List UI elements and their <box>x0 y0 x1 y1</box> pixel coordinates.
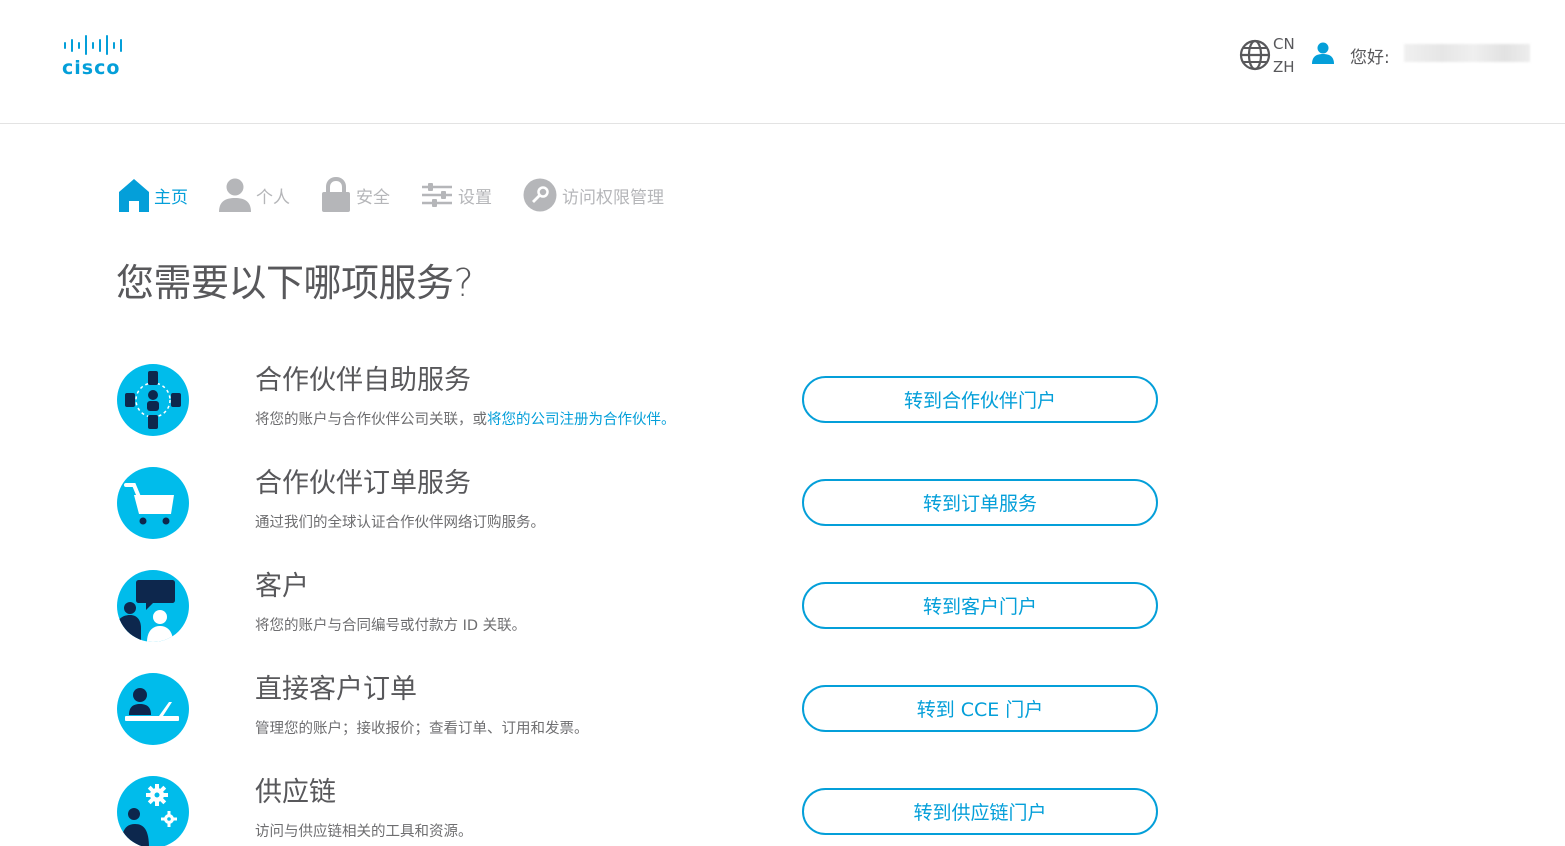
service-row-customer: 客户 将您的账户与合同编号或付款方 ID 关联。 转到客户门户 <box>0 570 1565 673</box>
go-order-services-button[interactable]: 转到订单服务 <box>802 479 1158 526</box>
tab-profile[interactable]: 个人 <box>218 177 290 213</box>
go-cce-portal-button[interactable]: 转到 CCE 门户 <box>802 685 1158 732</box>
tab-settings[interactable]: 设置 <box>420 180 492 210</box>
customer-chat-icon <box>117 570 189 642</box>
user-account-icon[interactable] <box>1311 41 1335 65</box>
service-description: 管理您的账户；接收报价；查看订单、订用和发票。 <box>255 721 589 737</box>
service-row-supply-chain: 供应链 访问与供应链相关的工具和资源。 转到供应链门户 <box>0 776 1565 846</box>
go-partner-portal-button[interactable]: 转到合作伙伴门户 <box>802 376 1158 423</box>
tab-profile-label: 个人 <box>256 187 290 208</box>
laptop-user-icon <box>117 673 189 745</box>
sliders-icon <box>420 180 454 210</box>
home-icon <box>118 177 150 213</box>
tab-security-label: 安全 <box>356 187 390 208</box>
service-row-partner-self-service: 合作伙伴自助服务 将您的账户与合作伙伴公司关联，或将您的公司注册为合作伙伴。 转… <box>0 364 1565 467</box>
page-title: 您需要以下哪项服务? <box>116 261 474 305</box>
tab-settings-label: 设置 <box>458 187 492 208</box>
lock-icon <box>320 177 352 213</box>
tab-access-label: 访问权限管理 <box>562 187 664 208</box>
service-title: 客户 <box>255 571 309 602</box>
shopping-cart-icon <box>117 467 189 539</box>
person-icon <box>218 177 252 213</box>
account-nav: 主页 个人 安全 设置 访问权限管理 <box>118 173 694 217</box>
key-icon <box>522 177 558 213</box>
gears-user-icon <box>117 776 189 846</box>
service-row-partner-orders: 合作伙伴订单服务 通过我们的全球认证合作伙伴网络订购服务。 转到订单服务 <box>0 467 1565 570</box>
language-selector[interactable]: CN ZH <box>1239 33 1303 79</box>
tab-home[interactable]: 主页 <box>118 177 188 213</box>
service-description: 将您的账户与合同编号或付款方 ID 关联。 <box>255 618 527 634</box>
service-description-text: 将您的账户与合作伙伴公司关联，或 <box>255 412 487 428</box>
blurred-username <box>1404 44 1530 62</box>
tab-access-management[interactable]: 访问权限管理 <box>522 177 664 213</box>
service-row-direct-customer-orders: 直接客户订单 管理您的账户；接收报价；查看订单、订用和发票。 转到 CCE 门户 <box>0 673 1565 776</box>
service-title: 合作伙伴订单服务 <box>255 468 471 499</box>
partner-network-icon <box>117 364 189 436</box>
service-description: 通过我们的全球认证合作伙伴网络订购服务。 <box>255 515 545 531</box>
service-title: 直接客户订单 <box>255 674 417 705</box>
globe-icon <box>1239 39 1271 71</box>
cisco-logo-bars <box>64 34 138 56</box>
go-customer-portal-button[interactable]: 转到客户门户 <box>802 582 1158 629</box>
service-title: 供应链 <box>255 777 336 808</box>
go-supply-chain-portal-button[interactable]: 转到供应链门户 <box>802 788 1158 835</box>
service-description: 访问与供应链相关的工具和资源。 <box>255 824 473 840</box>
register-partner-link[interactable]: 将您的公司注册为合作伙伴。 <box>487 412 676 428</box>
service-description: 将您的账户与合作伙伴公司关联，或将您的公司注册为合作伙伴。 <box>255 408 676 429</box>
cisco-logo-text: cisco <box>62 57 121 79</box>
greeting-label: 您好: <box>1350 48 1390 68</box>
language-country: CN <box>1273 35 1295 53</box>
site-header: cisco CN ZH 您好: <box>0 0 1565 124</box>
service-title: 合作伙伴自助服务 <box>255 365 471 396</box>
cisco-logo[interactable]: cisco <box>62 34 138 80</box>
tab-home-label: 主页 <box>154 187 188 208</box>
language-code: ZH <box>1273 58 1295 76</box>
tab-security[interactable]: 安全 <box>320 177 390 213</box>
